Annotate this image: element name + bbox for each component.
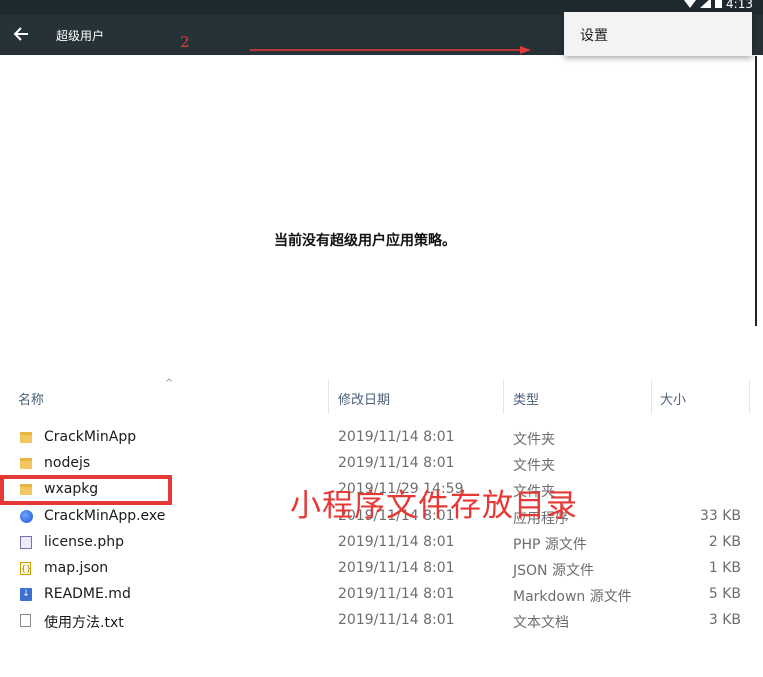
column-separator[interactable] — [651, 380, 652, 414]
file-row[interactable]: ↓ README.md 2019/11/14 8:01 Markdown 源文件… — [0, 582, 763, 608]
file-type: 文件夹 — [513, 458, 555, 475]
file-row[interactable]: 使用方法.txt 2019/11/14 8:01 文本文档 3 KB — [0, 608, 763, 634]
file-type: 文件夹 — [513, 432, 555, 448]
column-separator[interactable] — [749, 380, 750, 414]
file-explorer: ^ 名称 修改日期 类型 大小 CrackMinApp 2019/11/14 8… — [0, 372, 763, 677]
exe-icon — [20, 509, 34, 524]
folder-icon — [20, 431, 34, 445]
file-date: 2019/11/14 8:01 — [338, 507, 455, 524]
file-row[interactable]: {} map.json 2019/11/14 8:01 JSON 源文件 1 K… — [0, 556, 763, 582]
file-name: license.php — [44, 533, 124, 550]
annotation-arrow — [250, 46, 531, 54]
annotation-step-number: 2 — [180, 33, 190, 51]
file-type: 文本文档 — [513, 615, 569, 632]
file-size: 5 KB — [708, 586, 741, 603]
file-type: 应用程序 — [513, 510, 569, 527]
file-date: 2019/11/14 8:01 — [338, 559, 455, 576]
folder-icon — [20, 483, 34, 497]
wifi-icon — [684, 0, 697, 11]
file-type: JSON 源文件 — [513, 562, 594, 579]
overflow-menu: 设置 — [564, 12, 752, 56]
file-size: 2 KB — [708, 533, 741, 550]
file-type: PHP 源文件 — [513, 536, 587, 553]
file-date: 2019/11/14 8:01 — [338, 586, 455, 603]
file-type: Markdown 源文件 — [513, 589, 632, 606]
markdown-file-icon: ↓ — [20, 588, 34, 602]
file-list: CrackMinApp 2019/11/14 8:01 文件夹 nodejs 2… — [0, 425, 763, 635]
file-date: 2019/11/14 8:01 — [338, 612, 455, 629]
file-row[interactable]: nodejs 2019/11/14 8:01 文件夹 — [0, 451, 763, 477]
file-date: 2019/11/14 8:01 — [338, 533, 455, 550]
file-name: CrackMinApp.exe — [44, 507, 166, 524]
folder-icon — [20, 457, 34, 471]
panel-divider — [755, 56, 757, 326]
column-separator[interactable] — [328, 380, 329, 414]
column-header-type[interactable]: 类型 — [513, 389, 539, 408]
column-header-size[interactable]: 大小 — [660, 389, 686, 408]
file-name: CrackMinApp — [44, 429, 137, 445]
file-type: 文件夹 — [513, 484, 555, 501]
battery-icon — [715, 0, 723, 11]
file-row[interactable]: CrackMinApp 2019/11/14 8:01 文件夹 — [0, 425, 763, 451]
menu-item-settings[interactable]: 设置 — [580, 25, 608, 45]
column-header-name[interactable]: 名称 — [18, 389, 44, 408]
json-file-icon: {} — [20, 561, 32, 575]
empty-state-message: 当前没有超级用户应用策略。 — [274, 233, 456, 249]
file-date: 2019/11/29 14:59 — [338, 481, 464, 498]
column-header-date[interactable]: 修改日期 — [338, 389, 390, 408]
file-name: map.json — [44, 559, 109, 576]
file-size: 3 KB — [708, 612, 741, 629]
php-file-icon — [20, 535, 34, 550]
file-size: 1 KB — [708, 559, 741, 576]
back-arrow-icon[interactable] — [6, 19, 36, 49]
file-name: wxapkg — [44, 481, 99, 498]
sort-ascending-icon[interactable]: ^ — [165, 378, 173, 389]
file-row[interactable]: wxapkg 2019/11/29 14:59 文件夹 — [0, 477, 763, 503]
file-name: README.md — [44, 586, 131, 603]
status-time: 4:13 — [726, 0, 753, 11]
file-name: 使用方法.txt — [44, 615, 124, 632]
file-row[interactable]: license.php 2019/11/14 8:01 PHP 源文件 2 KB — [0, 530, 763, 556]
column-separator[interactable] — [503, 380, 504, 414]
file-row[interactable]: CrackMinApp.exe 2019/11/14 8:01 应用程序 33 … — [0, 504, 763, 530]
text-file-icon — [20, 614, 34, 628]
signal-icon — [700, 0, 712, 11]
file-date: 2019/11/14 8:01 — [338, 455, 455, 472]
toolbar-title: 超级用户 — [56, 29, 105, 43]
file-name: nodejs — [44, 455, 91, 472]
file-size: 33 KB — [699, 507, 741, 524]
file-date: 2019/11/14 8:01 — [338, 429, 455, 445]
